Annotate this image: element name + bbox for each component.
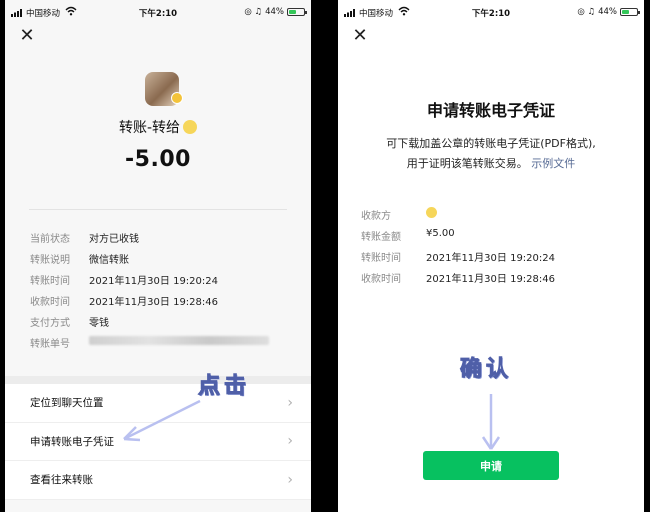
annotation-arrows (123, 394, 501, 450)
arrow-to-menu (123, 399, 201, 442)
arrow-to-button (481, 394, 501, 450)
